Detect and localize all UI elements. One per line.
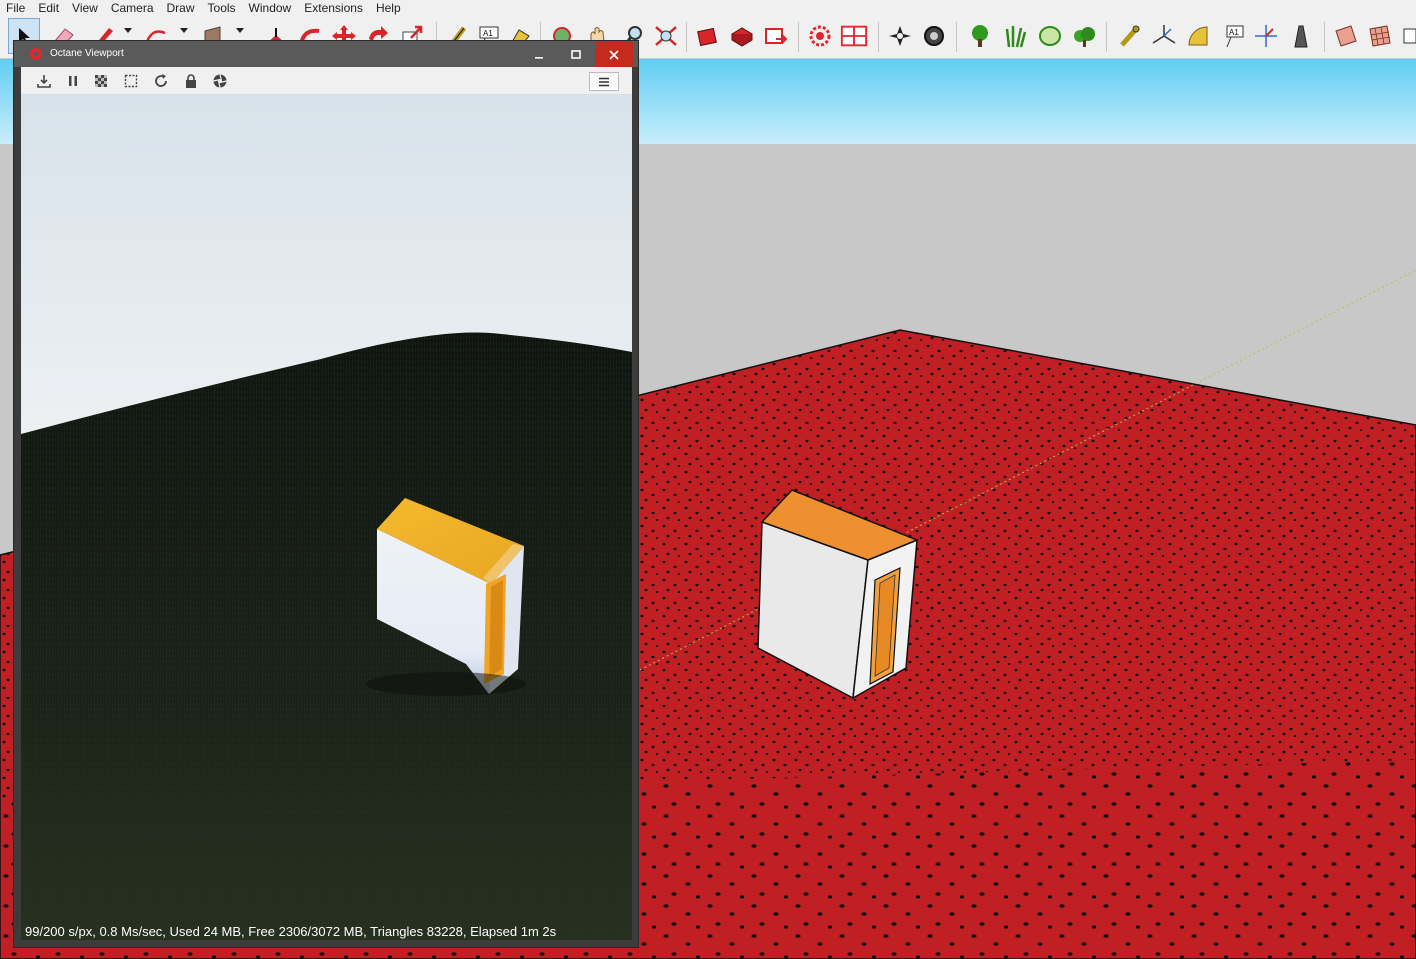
checker-icon[interactable] — [92, 72, 110, 90]
maximize-button[interactable] — [557, 42, 594, 67]
octane-render-tool-icon[interactable] — [806, 20, 834, 52]
shrub-tool-icon[interactable] — [1036, 20, 1064, 52]
menu-camera[interactable]: Camera — [105, 0, 161, 16]
menu-draw[interactable]: Draw — [161, 0, 202, 16]
octane-viewport-window[interactable]: Octane Viewport 99/200 s/px, 0.8 Ms/sec,… — [13, 40, 639, 948]
grid-terrain-tool-icon[interactable] — [1366, 20, 1394, 52]
send-to-layout-tool-icon[interactable] — [762, 20, 790, 52]
tree-tool-icon[interactable] — [966, 20, 994, 52]
render-house-door-shadow — [489, 580, 503, 677]
menu-tools[interactable]: Tools — [202, 0, 243, 16]
extension-warehouse-tool-icon[interactable] — [728, 20, 756, 52]
render-house-shadow — [366, 672, 526, 696]
pause-icon[interactable] — [64, 72, 82, 90]
octane-toolbar — [21, 67, 632, 94]
pencil-dropdown-icon[interactable] — [124, 28, 132, 33]
download-icon[interactable] — [35, 72, 53, 90]
close-button[interactable] — [595, 42, 633, 67]
3d-text-icon-label: A1 — [1229, 28, 1239, 37]
grass-tool-icon[interactable] — [1002, 20, 1030, 52]
aperture-icon[interactable] — [211, 72, 229, 90]
dimension-tool-icon[interactable] — [1116, 20, 1144, 52]
menu-edit[interactable]: Edit — [32, 0, 66, 16]
terrain-tool-icon[interactable] — [1332, 20, 1360, 52]
section-plane-tool-icon[interactable] — [1252, 20, 1280, 52]
menu-view[interactable]: View — [66, 0, 105, 16]
menu-help[interactable]: Help — [370, 0, 408, 16]
minimize-button[interactable] — [520, 42, 557, 67]
refresh-icon[interactable] — [152, 72, 170, 90]
zoom-extents-tool-icon[interactable] — [652, 20, 680, 52]
menu-file[interactable]: File — [0, 0, 32, 16]
menu-extensions[interactable]: Extensions — [298, 0, 370, 16]
lock-icon[interactable] — [182, 72, 200, 90]
axes-tool-icon[interactable] — [1150, 20, 1178, 52]
render-status-text: 99/200 s/px, 0.8 Ms/sec, Used 24 MB, Fre… — [25, 924, 557, 939]
octane-settings-tool-icon[interactable] — [886, 20, 914, 52]
sandbox-tool-icon[interactable] — [1286, 20, 1314, 52]
octane-window-title: Octane Viewport — [50, 48, 124, 59]
protractor-tool-icon[interactable] — [1184, 20, 1212, 52]
octane-viewport-tool-icon[interactable] — [840, 20, 868, 52]
text-icon-label: A1 — [483, 29, 493, 38]
warehouse-tool-icon[interactable] — [694, 20, 722, 52]
menu-window[interactable]: Window — [243, 0, 299, 16]
arc-dropdown-icon[interactable] — [180, 28, 188, 33]
octane-logo-icon — [29, 47, 43, 61]
add-location-tool-icon[interactable] — [1400, 20, 1416, 52]
3d-text-tool-icon[interactable]: A1 — [1220, 20, 1248, 52]
bush-tool-icon[interactable] — [1070, 20, 1098, 52]
shape-dropdown-icon[interactable] — [236, 28, 244, 33]
hamburger-menu-button[interactable] — [589, 72, 619, 91]
octane-material-tool-icon[interactable] — [920, 20, 948, 52]
region-icon[interactable] — [122, 72, 140, 90]
octane-title-bar[interactable]: Octane Viewport — [14, 41, 638, 67]
octane-render-area[interactable]: 99/200 s/px, 0.8 Ms/sec, Used 24 MB, Fre… — [21, 94, 632, 940]
menu-bar: File Edit View Camera Draw Tools Window … — [0, 0, 1416, 16]
